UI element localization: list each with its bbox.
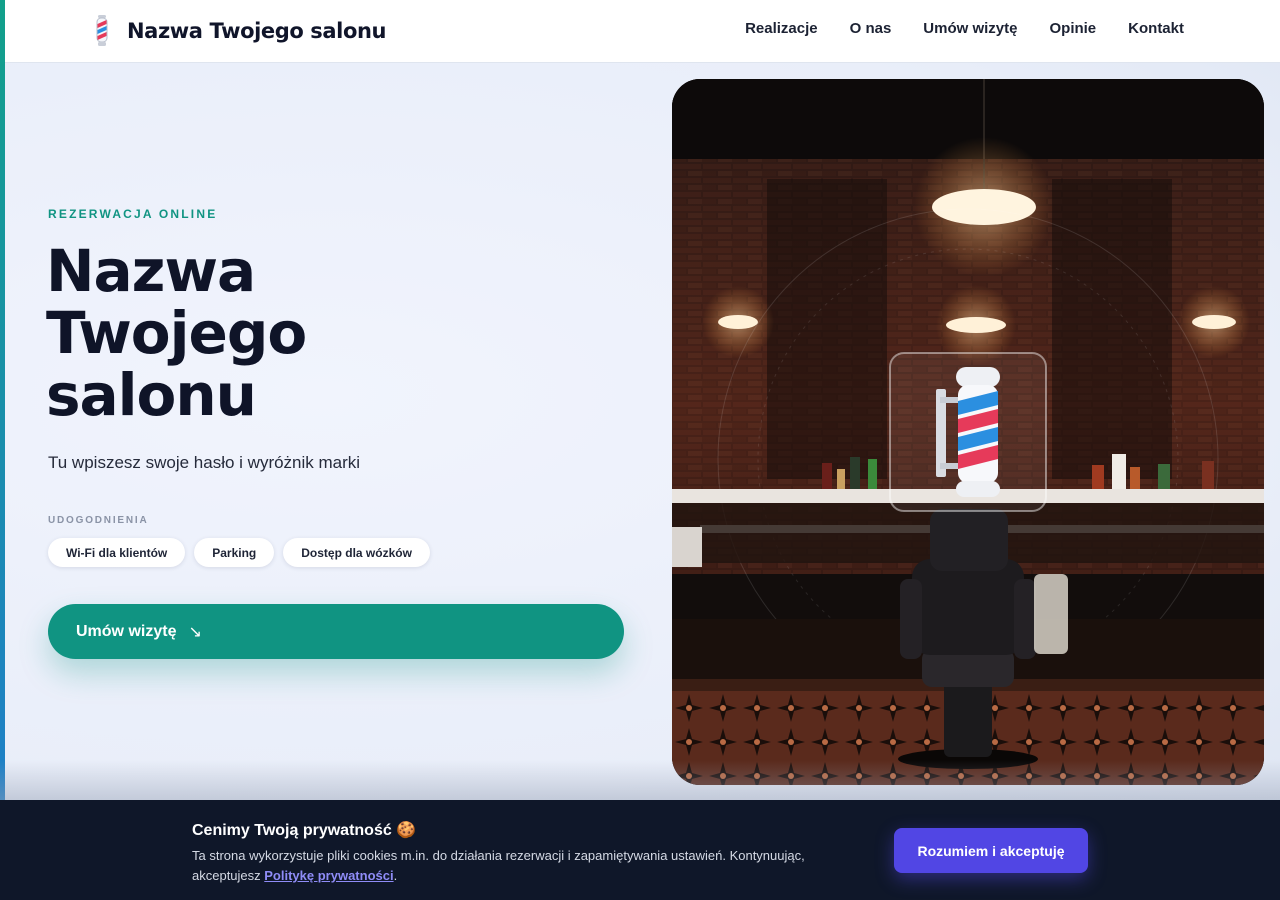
privacy-policy-link[interactable]: Politykę prywatności (264, 868, 393, 883)
main-nav: Realizacje O nas Umów wizytę Opinie Kont… (745, 20, 1184, 37)
book-appointment-label: Umów wizytę (76, 622, 177, 640)
nav-link-kontakt[interactable]: Kontakt (1128, 20, 1184, 37)
nav-link-realizacje[interactable]: Realizacje (745, 20, 818, 37)
cookie-text: Ta strona wykorzystuje pliki cookies m.i… (192, 846, 852, 886)
cookie-text-end: . (393, 868, 398, 883)
arrow-down-right-icon: ↘ (188, 622, 202, 641)
cookie-title: Cenimy Twoją prywatność 🍪 (192, 822, 417, 839)
hero-tagline: Tu wpiszesz swoje hasło i wyróżnik marki (48, 453, 361, 472)
hero-title: Nazwa Twojego salonu (46, 240, 606, 426)
hero-title-line-1: Nazwa (46, 237, 256, 305)
barbershop-interior-image (672, 79, 1264, 785)
amenity-chip-wheelchair: Dostęp dla wózków (283, 538, 430, 567)
hero-eyebrow: REZERWACJA ONLINE (48, 207, 218, 221)
amenities-list: Wi-Fi dla klientów Parking Dostęp dla wó… (48, 538, 430, 567)
amenity-chip-wifi: Wi-Fi dla klientów (48, 538, 186, 567)
hero-title-line-3: salonu (46, 361, 257, 429)
nav-link-umow-wizyte[interactable]: Umów wizytę (923, 20, 1017, 37)
barber-pole-icon (96, 15, 108, 46)
book-appointment-button[interactable]: Umów wizytę ↘ (48, 604, 624, 659)
amenity-chip-parking: Parking (194, 538, 275, 567)
hero-title-line-2: Twojego (46, 299, 307, 367)
cookie-fade (0, 760, 1280, 800)
barbershop-photo (672, 79, 1264, 785)
accept-cookies-button[interactable]: Rozumiem i akceptuję (894, 828, 1088, 873)
brand-name: Nazwa Twojego salonu (127, 19, 387, 43)
amenities-label: UDOGODNIENIA (48, 515, 149, 526)
site-header: Nazwa Twojego salonu Realizacje O nas Um… (5, 0, 1280, 63)
nav-link-o-nas[interactable]: O nas (850, 20, 892, 37)
nav-link-opinie[interactable]: Opinie (1049, 20, 1096, 37)
brand[interactable]: Nazwa Twojego salonu (93, 15, 387, 47)
